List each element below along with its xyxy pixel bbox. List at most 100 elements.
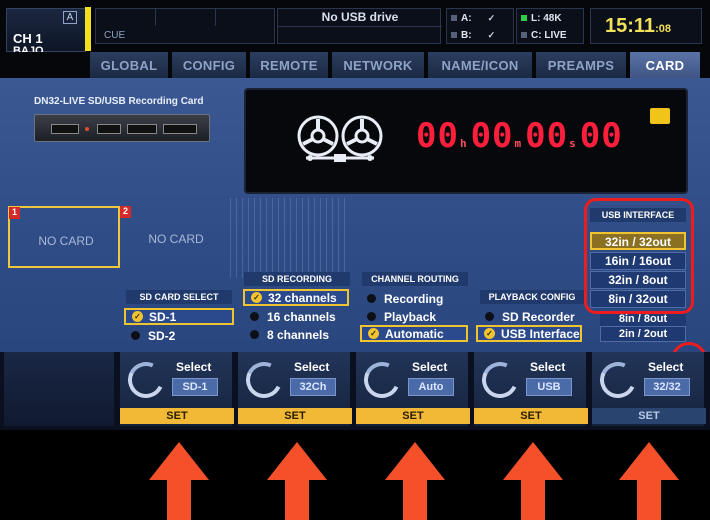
cue-cell xyxy=(156,9,216,26)
set-button[interactable]: SET xyxy=(474,408,588,424)
encoder-playback-select[interactable]: Select USB SET xyxy=(474,352,588,426)
set-button[interactable]: SET xyxy=(238,408,352,424)
time-unit-s: s xyxy=(569,137,577,150)
sd-recording-option-32[interactable]: ✓ 32 channels xyxy=(243,289,349,306)
up-arrow-icon xyxy=(267,442,327,520)
clock-time: 15:11 xyxy=(605,15,656,37)
usb-status-block: No USB drive xyxy=(277,8,442,44)
time-hours: 00 xyxy=(416,116,459,156)
usb-interface-highlight xyxy=(584,198,694,314)
tab-bar: GLOBAL CONFIG REMOTE NETWORK NAME/ICON P… xyxy=(0,52,710,78)
status-square-icon xyxy=(521,32,527,38)
radio-icon xyxy=(367,294,376,303)
option-label: Recording xyxy=(384,291,444,306)
status-c-label: C: LIVE xyxy=(531,29,567,41)
check-icon: ✓ xyxy=(487,12,496,23)
bus-status-lc: L: 48K C: LIVE xyxy=(516,8,584,44)
slot-status: NO CARD xyxy=(148,232,204,246)
time-frames: 00 xyxy=(579,116,623,156)
option-label: 32 channels xyxy=(268,290,337,305)
status-row-b: B: ✓ xyxy=(451,28,495,42)
encoder-channels-select[interactable]: Select 32Ch SET xyxy=(238,352,352,426)
slot-status: NO CARD xyxy=(38,234,94,248)
option-label: SD-1 xyxy=(149,309,177,324)
encoder-value: USB xyxy=(526,378,572,396)
panel-texture xyxy=(230,198,350,278)
routing-option-recording[interactable]: Recording xyxy=(360,290,468,307)
rotary-knob-icon[interactable] xyxy=(240,356,288,404)
encoder-value: 32/32 xyxy=(644,378,690,396)
sd-slot-2[interactable]: 2 NO CARD xyxy=(120,206,232,268)
tab-card[interactable]: CARD xyxy=(630,52,702,78)
status-b-label: B: xyxy=(461,29,472,41)
playback-config-title: PLAYBACK CONFIG xyxy=(480,290,584,304)
tab-name-icon[interactable]: NAME/ICON xyxy=(428,52,534,78)
divider xyxy=(278,26,442,27)
radio-icon xyxy=(250,312,259,321)
status-square-icon xyxy=(451,15,457,21)
cue-block[interactable]: CUE xyxy=(95,8,275,44)
encoder-caption: Select xyxy=(530,360,566,374)
sd-card-option-sd2[interactable]: SD-2 xyxy=(124,327,234,344)
usb-option-2in-2out[interactable]: 2in / 2out xyxy=(600,326,686,342)
encoder-caption: Select xyxy=(176,360,212,374)
sd-recording-option-8[interactable]: 8 channels xyxy=(243,326,349,343)
sd-card-select-title: SD CARD SELECT xyxy=(126,290,232,304)
time-readout: 00h00m00s00 xyxy=(416,116,623,156)
rotary-knob-icon[interactable] xyxy=(476,356,524,404)
status-square-icon xyxy=(521,15,527,21)
tab-global[interactable]: GLOBAL xyxy=(90,52,170,78)
channel-name: CH 1 xyxy=(13,31,43,46)
sd-recording-option-16[interactable]: 16 channels xyxy=(243,308,349,325)
status-row-c: C: LIVE xyxy=(521,28,567,42)
time-minutes: 00 xyxy=(470,116,514,156)
set-button[interactable]: SET xyxy=(592,408,706,424)
rotary-knob-icon[interactable] xyxy=(358,356,406,404)
encoder-sd-select[interactable]: Select SD-1 SET xyxy=(120,352,234,426)
encoder-caption: Select xyxy=(648,360,684,374)
tab-remote[interactable]: REMOTE xyxy=(250,52,330,78)
check-icon: ✓ xyxy=(368,328,379,339)
tab-network[interactable]: NETWORK xyxy=(332,52,426,78)
up-arrow-icon xyxy=(503,442,563,520)
encoder-caption: Select xyxy=(294,360,330,374)
set-button[interactable]: SET xyxy=(120,408,234,424)
encoder-usb-select[interactable]: Select 32/32 SET xyxy=(592,352,706,426)
tab-preamps[interactable]: PREAMPS xyxy=(536,52,628,78)
check-icon: ✓ xyxy=(487,29,496,40)
status-row-a: A: ✓ xyxy=(451,11,495,25)
option-label: SD-2 xyxy=(148,328,176,343)
option-label: SD Recorder xyxy=(502,309,575,324)
encoder-value: 32Ch xyxy=(290,378,336,396)
radio-icon xyxy=(367,312,376,321)
channel-block[interactable]: A CH 1 BAJO xyxy=(6,7,91,57)
status-a-label: A: xyxy=(461,12,472,24)
slot-number: 2 xyxy=(120,206,131,218)
rotary-knob-icon[interactable] xyxy=(594,356,642,404)
playback-option-usb-interface[interactable]: ✓ USB Interface xyxy=(476,325,582,342)
option-label: Automatic xyxy=(385,326,444,341)
routing-option-automatic[interactable]: ✓ Automatic xyxy=(360,325,468,342)
card-panel: DN32-LIVE SD/USB Recording Card 00h00m00… xyxy=(0,78,710,378)
usb-status-text: No USB drive xyxy=(321,10,399,24)
encoder-caption: Select xyxy=(412,360,448,374)
card-slot-graphic xyxy=(163,124,197,134)
playback-option-sd-recorder[interactable]: SD Recorder xyxy=(478,308,582,325)
tab-config[interactable]: CONFIG xyxy=(172,52,248,78)
sd-card-option-sd1[interactable]: ✓ SD-1 xyxy=(124,308,234,325)
check-icon: ✓ xyxy=(132,311,143,322)
channel-tag: A xyxy=(63,11,77,24)
option-label: Playback xyxy=(384,309,437,324)
encoder-routing-select[interactable]: Select Auto SET xyxy=(356,352,470,426)
routing-option-playback[interactable]: Playback xyxy=(360,308,468,325)
time-unit-m: m xyxy=(514,137,523,150)
clock-seconds: :08 xyxy=(655,23,671,35)
sd-slot-1[interactable]: 1 NO CARD xyxy=(8,206,120,268)
set-button[interactable]: SET xyxy=(356,408,470,424)
up-arrow-icon xyxy=(385,442,445,520)
check-icon: ✓ xyxy=(484,328,495,339)
up-arrow-icon xyxy=(149,442,209,520)
rotary-knob-icon[interactable] xyxy=(122,356,170,404)
encoder-blank xyxy=(4,352,116,426)
status-bar: A CH 1 BAJO CUE No USB drive A: ✓ B: ✓ L… xyxy=(0,0,710,57)
